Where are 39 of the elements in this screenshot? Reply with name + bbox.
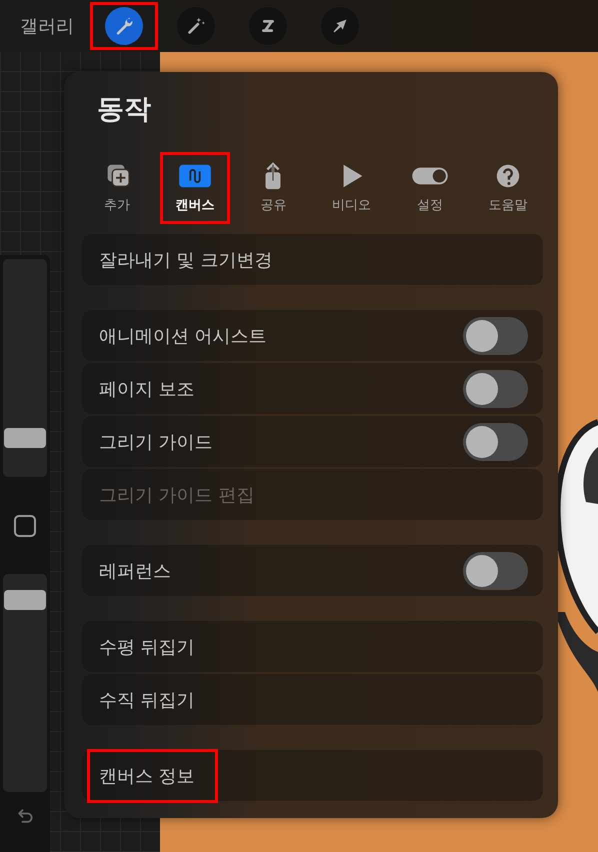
- action-tab[interactable]: 도움말: [488, 162, 528, 214]
- menu-row[interactable]: 캔버스 정보: [82, 750, 543, 801]
- menu-row[interactable]: 잘라내기 및 크기변경: [82, 234, 543, 285]
- brush-size-slider[interactable]: [3, 259, 47, 477]
- menu-row[interactable]: 페이지 보조: [82, 363, 543, 414]
- smudge-button[interactable]: [249, 7, 287, 45]
- action-tab[interactable]: 공유: [253, 162, 294, 214]
- toggle-switch[interactable]: [463, 316, 528, 354]
- opacity-slider[interactable]: [3, 574, 47, 792]
- row-label: 수직 뒤집기: [99, 688, 195, 712]
- toggle-switch[interactable]: [463, 370, 528, 408]
- menu-row[interactable]: 수직 뒤집기: [82, 674, 543, 725]
- menu-row[interactable]: 레퍼런스: [82, 545, 543, 596]
- row-label: 그리기 가이드 편집: [99, 484, 254, 506]
- action-tab[interactable]: 캔버스: [175, 162, 216, 214]
- wand-icon: [185, 15, 207, 37]
- modify-button[interactable]: [14, 515, 36, 537]
- row-label: 레퍼런스: [99, 560, 171, 582]
- menu-row[interactable]: 애니메이션 어시스트: [82, 310, 543, 361]
- slider-thumb[interactable]: [4, 590, 46, 610]
- row-label: 페이지 보조: [99, 378, 195, 400]
- toggle-switch[interactable]: [463, 422, 528, 460]
- action-tab[interactable]: 설정: [410, 162, 450, 214]
- menu-row[interactable]: 수평 뒤집기: [82, 621, 543, 672]
- slider-thumb[interactable]: [4, 428, 46, 448]
- toggle-switch[interactable]: [463, 552, 528, 590]
- wand-button[interactable]: [177, 7, 215, 45]
- row-label: 캔버스 정보: [99, 764, 195, 788]
- panel-title: 동작: [97, 94, 152, 126]
- arrow-button[interactable]: [321, 7, 359, 45]
- row-label: 잘라내기 및 크기변경: [99, 248, 272, 272]
- row-label: 수평 뒤집기: [99, 636, 195, 658]
- action-tab[interactable]: 추가: [97, 162, 137, 214]
- row-label: 애니메이션 어시스트: [99, 324, 267, 348]
- action-tab[interactable]: 비디오: [332, 162, 372, 214]
- wrench-button[interactable]: [105, 7, 143, 45]
- gallery-link[interactable]: 갤러리: [20, 14, 88, 38]
- menu-row[interactable]: 그리기 가이드: [82, 416, 543, 467]
- row-label: 그리기 가이드: [99, 430, 213, 454]
